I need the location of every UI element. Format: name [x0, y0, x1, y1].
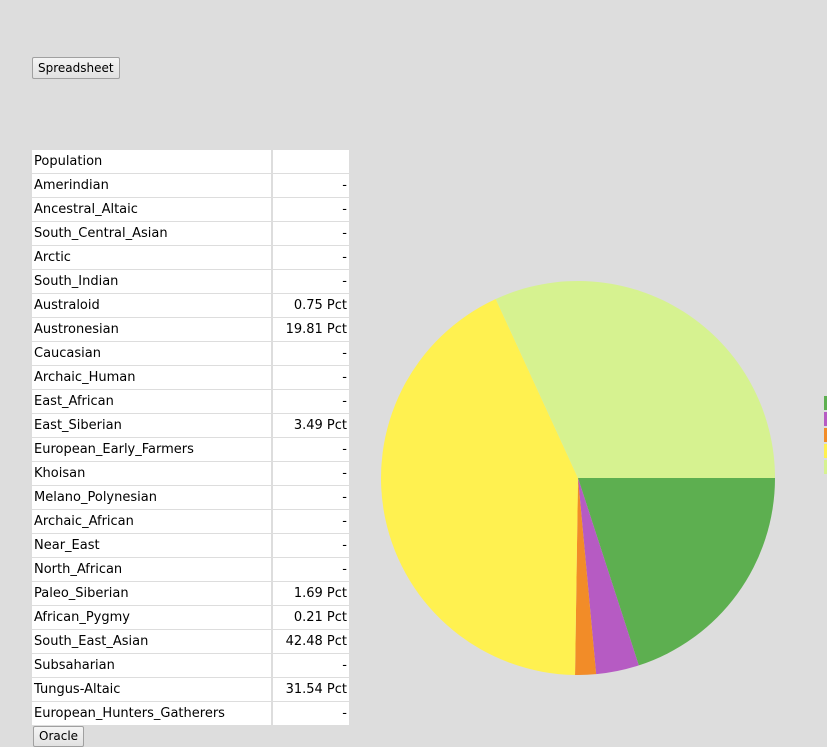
table-row: South_Indian - [32, 269, 349, 294]
population-value: - [272, 269, 349, 294]
table-row: Caucasian - [32, 341, 349, 366]
population-name: Ancestral_Altaic [32, 197, 273, 222]
pie-chart [381, 281, 775, 675]
table-row: Near_East - [32, 533, 349, 558]
table-row: East_Siberian 3.49 Pct [32, 413, 349, 438]
population-value: 3.49 Pct [272, 413, 349, 438]
population-name: Khoisan [32, 461, 273, 486]
table-row: African_Pygmy 0.21 Pct [32, 605, 349, 630]
population-name: Tungus-Altaic [32, 677, 273, 702]
table-row: South_Central_Asian - [32, 221, 349, 246]
population-value: 42.48 Pct [272, 629, 349, 654]
population-name: Austronesian [32, 317, 273, 342]
population-value: - [272, 701, 349, 726]
table-row: Amerindian - [32, 173, 349, 198]
population-value: - [272, 365, 349, 390]
value-header [272, 150, 349, 174]
table-row: Archaic_African - [32, 509, 349, 534]
table-row: European_Hunters_Gatherers - [32, 701, 349, 726]
oracle-button[interactable]: Oracle [33, 726, 85, 747]
table-row: Tungus-Altaic 31.54 Pct [32, 677, 349, 702]
table-row: European_Early_Farmers - [32, 437, 349, 462]
population-value: - [272, 485, 349, 510]
population-value: 31.54 Pct [272, 677, 349, 702]
population-value: 0.75 Pct [272, 293, 349, 318]
population-value: - [272, 557, 349, 582]
population-name: African_Pygmy [32, 605, 273, 630]
population-name: East_Siberian [32, 413, 273, 438]
population-name: South_East_Asian [32, 629, 273, 654]
table-row: North_African - [32, 557, 349, 582]
table-row: Khoisan - [32, 461, 349, 486]
table-row: Ancestral_Altaic - [32, 197, 349, 222]
population-name: Australoid [32, 293, 273, 318]
population-name: South_Indian [32, 269, 273, 294]
population-name: South_Central_Asian [32, 221, 273, 246]
table-row: Arctic - [32, 245, 349, 270]
table-row: Subsaharian - [32, 653, 349, 678]
population-value: - [272, 389, 349, 414]
table-row: Austronesian 19.81 Pct [32, 317, 349, 342]
population-name: Arctic [32, 245, 273, 270]
population-value: - [272, 197, 349, 222]
table-row: Archaic_Human - [32, 365, 349, 390]
population-name: Subsaharian [32, 653, 273, 678]
population-value: - [272, 221, 349, 246]
population-name: Near_East [32, 533, 273, 558]
table-row: Australoid 0.75 Pct [32, 293, 349, 318]
population-value: 1.69 Pct [272, 581, 349, 606]
spreadsheet-button[interactable]: Spreadsheet [32, 57, 120, 79]
population-name: Archaic_African [32, 509, 273, 534]
population-value: - [272, 173, 349, 198]
population-name: Paleo_Siberian [32, 581, 273, 606]
population-name: East_African [32, 389, 273, 414]
population-value: - [272, 341, 349, 366]
population-table: Population Amerindian - Ancestral_Altaic - S… [32, 150, 349, 726]
table-header-row: Population [32, 150, 349, 174]
population-value: 0.21 Pct [272, 605, 349, 630]
table-row: East_African - [32, 389, 349, 414]
population-name: North_African [32, 557, 273, 582]
population-name: Archaic_Human [32, 365, 273, 390]
population-value: - [272, 653, 349, 678]
population-name: European_Hunters_Gatherers [32, 701, 273, 726]
population-value: 19.81 Pct [272, 317, 349, 342]
population-name: Caucasian [32, 341, 273, 366]
population-name: European_Early_Farmers [32, 437, 273, 462]
population-header: Population [32, 150, 273, 174]
population-name: Amerindian [32, 173, 273, 198]
table-row: Melano_Polynesian - [32, 485, 349, 510]
population-value: - [272, 533, 349, 558]
population-value: - [272, 509, 349, 534]
population-value: - [272, 461, 349, 486]
table-row: Paleo_Siberian 1.69 Pct [32, 581, 349, 606]
population-value: - [272, 437, 349, 462]
population-value: - [272, 245, 349, 270]
table-row: South_East_Asian 42.48 Pct [32, 629, 349, 654]
population-name: Melano_Polynesian [32, 485, 273, 510]
